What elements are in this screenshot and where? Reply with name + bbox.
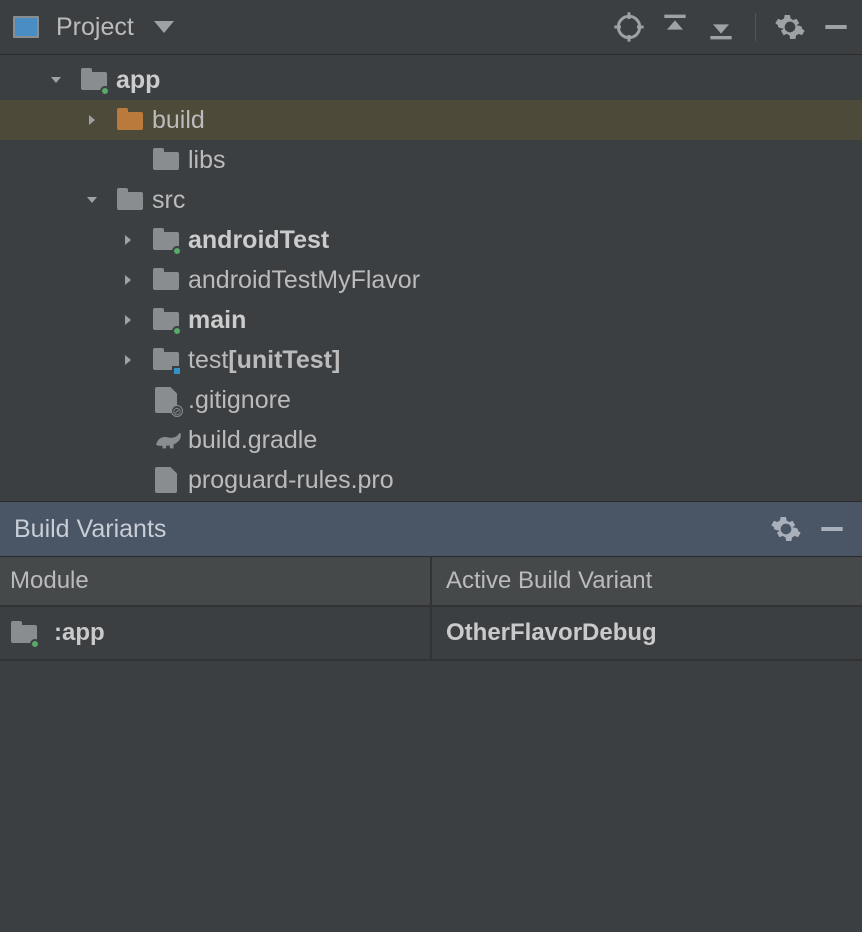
test-folder-icon (152, 346, 180, 374)
tree-item-label: app (116, 66, 160, 95)
module-folder-icon (80, 66, 108, 94)
minimize-icon[interactable] (816, 513, 848, 545)
variant-cell[interactable]: OtherFlavorDebug (432, 607, 862, 661)
table-header-row: Module Active Build Variant (0, 557, 862, 607)
gradle-icon (152, 426, 180, 454)
chevron-placeholder (118, 470, 138, 490)
column-header-label: Active Build Variant (446, 567, 652, 595)
chevron-right-icon[interactable] (82, 110, 102, 130)
chevron-placeholder (118, 150, 138, 170)
folder-grey-icon (152, 266, 180, 294)
tree-item[interactable]: src (0, 180, 862, 220)
tree-item-label: src (152, 186, 185, 215)
tree-item-label: .gitignore (188, 386, 291, 415)
project-panel-header: Project (0, 0, 862, 55)
tree-item[interactable]: main (0, 300, 862, 340)
tree-item-label: build (152, 106, 205, 135)
build-variants-table: Module Active Build Variant :app OtherFl… (0, 557, 862, 661)
module-folder-icon (152, 226, 180, 254)
file-icon (152, 466, 180, 494)
tree-item[interactable]: androidTestMyFlavor (0, 260, 862, 300)
gear-icon[interactable] (770, 513, 802, 545)
tree-item-suffix: [unitTest] (228, 346, 340, 375)
tree-item[interactable]: libs (0, 140, 862, 180)
header-divider (755, 13, 756, 41)
view-mode-dropdown-icon[interactable] (148, 11, 180, 43)
chevron-placeholder (118, 430, 138, 450)
tree-item[interactable]: androidTest (0, 220, 862, 260)
column-header-variant[interactable]: Active Build Variant (432, 557, 862, 607)
chevron-right-icon[interactable] (118, 310, 138, 330)
chevron-placeholder (118, 390, 138, 410)
tree-item-label: build.gradle (188, 426, 317, 455)
tree-item-label: proguard-rules.pro (188, 466, 394, 495)
project-panel-title[interactable]: Project (56, 13, 134, 42)
folder-orange-icon (116, 106, 144, 134)
build-variants-title: Build Variants (14, 515, 166, 544)
module-cell[interactable]: :app (0, 607, 432, 661)
tree-item-label: test (188, 346, 228, 375)
variant-name: OtherFlavorDebug (446, 619, 657, 647)
chevron-right-icon[interactable] (118, 230, 138, 250)
tree-item[interactable]: app (0, 60, 862, 100)
tree-item[interactable]: build.gradle (0, 420, 862, 460)
tree-item[interactable]: ⊘ .gitignore (0, 380, 862, 420)
module-folder-icon (152, 306, 180, 334)
tree-item-label: androidTestMyFlavor (188, 266, 420, 295)
tree-item-label: main (188, 306, 246, 335)
chevron-down-icon[interactable] (46, 70, 66, 90)
tree-item[interactable]: test [unitTest] (0, 340, 862, 380)
locate-icon[interactable] (613, 11, 645, 43)
gear-icon[interactable] (774, 11, 806, 43)
collapse-all-icon[interactable] (705, 11, 737, 43)
tree-item-label: libs (188, 146, 226, 175)
column-header-label: Module (10, 567, 89, 595)
folder-grey-icon (116, 186, 144, 214)
chevron-down-icon[interactable] (82, 190, 102, 210)
build-variants-header: Build Variants (0, 502, 862, 557)
chevron-right-icon[interactable] (118, 350, 138, 370)
project-tree[interactable]: app build libssrcandroidTest androidTestMyF… (0, 55, 862, 502)
folder-grey-icon (152, 146, 180, 174)
project-view-icon[interactable] (10, 11, 42, 43)
table-row: :app OtherFlavorDebug (0, 607, 862, 661)
minimize-icon[interactable] (820, 11, 852, 43)
chevron-right-icon[interactable] (118, 270, 138, 290)
module-folder-icon (10, 619, 38, 647)
tree-item[interactable]: proguard-rules.pro (0, 460, 862, 500)
tree-item[interactable]: build (0, 100, 862, 140)
empty-area (0, 661, 862, 932)
file-ignore-icon: ⊘ (152, 386, 180, 414)
tree-item-label: androidTest (188, 226, 329, 255)
expand-all-icon[interactable] (659, 11, 691, 43)
column-header-module[interactable]: Module (0, 557, 432, 607)
module-name: :app (54, 619, 105, 647)
